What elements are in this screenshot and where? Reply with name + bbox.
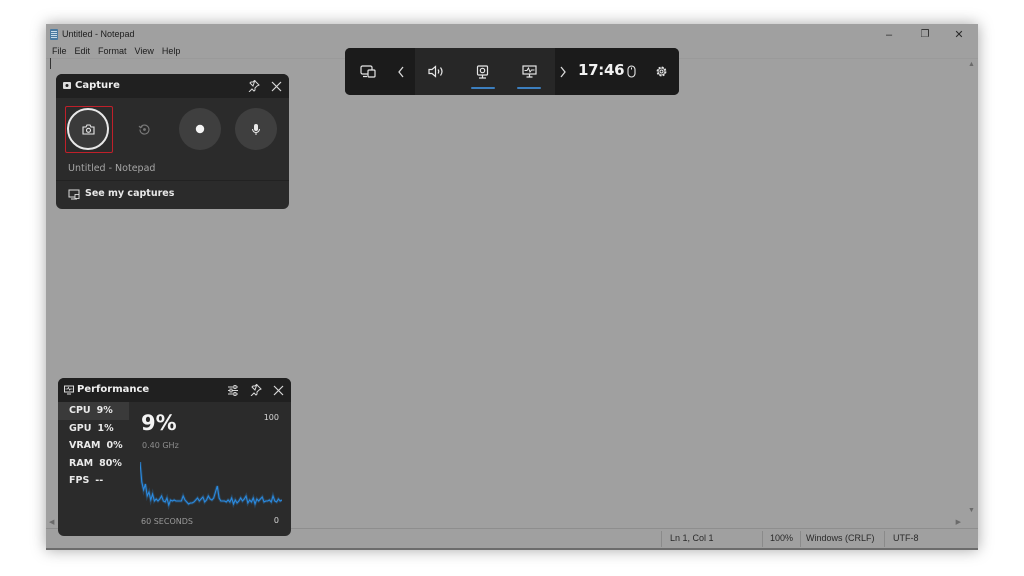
previous-button[interactable] — [393, 48, 409, 95]
menu-help[interactable]: Help — [162, 44, 186, 58]
pin-button[interactable] — [246, 78, 262, 94]
title-bar: Untitled - Notepad – ❐ ✕ — [46, 24, 978, 44]
restore-button[interactable]: ❐ — [908, 26, 942, 44]
cpu-usage-value: 9% — [141, 411, 177, 435]
metric-gpu[interactable]: GPU 1% — [58, 420, 129, 438]
performance-active-indicator — [517, 87, 541, 89]
axis-min-label: 0 — [273, 516, 279, 525]
microphone-icon — [252, 123, 260, 135]
minimize-button[interactable]: – — [872, 26, 906, 44]
metric-label: RAM — [69, 457, 94, 469]
next-button[interactable] — [555, 48, 571, 95]
metric-vram[interactable]: VRAM 0% — [58, 437, 129, 455]
monitor-chart-icon — [64, 385, 74, 395]
menu-file[interactable]: File — [52, 44, 72, 58]
monitor-chart-icon — [521, 65, 537, 78]
record-last-button[interactable] — [123, 108, 165, 150]
gear-icon — [656, 66, 666, 77]
notepad-icon — [50, 29, 58, 40]
status-divider — [800, 531, 801, 547]
see-captures-label: See my captures — [85, 188, 175, 199]
selection-highlight — [65, 106, 113, 153]
audio-button[interactable] — [425, 48, 447, 95]
clock: 17:46 — [578, 61, 625, 79]
status-divider — [661, 531, 662, 547]
metric-cpu[interactable]: CPU 9% — [58, 402, 129, 420]
menu-format[interactable]: Format — [98, 44, 132, 58]
line-ending: Windows (CRLF) — [806, 533, 875, 543]
metric-label: VRAM — [69, 440, 101, 451]
scroll-left-icon[interactable]: ◀ — [49, 518, 54, 526]
widget-menu-icon — [360, 65, 376, 78]
performance-header[interactable]: Performance — [58, 378, 291, 402]
menu-edit[interactable]: Edit — [75, 44, 96, 58]
performance-widget: Performance CPU 9% GPU 1% VRAM 0% RAM 80% FPS -- … — [58, 378, 291, 536]
cpu-usage-graph — [140, 461, 282, 510]
chevron-right-icon — [560, 66, 566, 77]
status-divider — [762, 531, 763, 547]
metric-value: -- — [95, 475, 104, 486]
cpu-frequency: 0.40 GHz — [142, 441, 179, 450]
capture-title: Capture — [75, 80, 120, 91]
vertical-scrollbar[interactable]: ▲ ▼ — [964, 58, 978, 516]
record-dot-icon — [195, 124, 205, 134]
metric-value: 1% — [97, 422, 114, 434]
record-last-icon — [138, 124, 150, 135]
scroll-right-icon[interactable]: ▶ — [956, 518, 961, 526]
close-icon — [273, 385, 283, 395]
axis-max-label: 100 — [263, 413, 279, 422]
window-title: Untitled - Notepad — [62, 29, 135, 39]
scroll-up-icon[interactable]: ▲ — [968, 61, 975, 68]
game-bar: 17:46 — [345, 48, 679, 95]
close-icon — [271, 81, 281, 91]
sliders-icon — [228, 384, 238, 396]
mouse-button[interactable] — [623, 48, 639, 95]
mouse-icon — [626, 65, 636, 78]
speaker-icon — [427, 65, 443, 78]
widget-menu-button[interactable] — [355, 48, 381, 95]
pin-icon — [248, 80, 260, 92]
webcam-icon — [63, 82, 71, 89]
metric-label: FPS — [69, 475, 90, 486]
close-widget-button[interactable] — [268, 78, 284, 94]
metric-ram[interactable]: RAM 80% — [58, 455, 129, 473]
close-widget-button[interactable] — [270, 382, 286, 398]
pin-icon — [250, 384, 262, 396]
capture-active-indicator — [471, 87, 495, 89]
webcam-icon — [476, 64, 488, 79]
capture-header[interactable]: Capture — [56, 74, 289, 98]
see-captures-link[interactable]: See my captures — [56, 181, 289, 209]
zoom-level: 100% — [770, 533, 794, 543]
scroll-down-icon[interactable]: ▼ — [968, 507, 975, 514]
metric-list: CPU 9% GPU 1% VRAM 0% RAM 80% FPS -- — [58, 402, 129, 490]
start-recording-button[interactable] — [179, 108, 221, 150]
metric-value: 9% — [96, 405, 113, 416]
metric-label: GPU — [69, 422, 92, 434]
close-button[interactable]: ✕ — [942, 26, 976, 44]
metric-value: 0% — [106, 440, 123, 451]
gallery-icon — [68, 189, 80, 200]
performance-options-button[interactable] — [225, 382, 241, 398]
status-divider — [884, 531, 885, 547]
cursor-position: Ln 1, Col 1 — [670, 533, 714, 543]
metric-value: 80% — [99, 457, 122, 469]
performance-title: Performance — [77, 384, 150, 395]
capture-target: Untitled - Notepad — [68, 163, 156, 174]
axis-x-label: 60 SECONDS — [141, 517, 193, 526]
microphone-button[interactable] — [235, 108, 277, 150]
chevron-left-icon — [398, 66, 404, 77]
settings-button[interactable] — [651, 48, 671, 95]
capture-widget: Capture Untitled - Notepad See my captur… — [56, 74, 289, 209]
pin-button[interactable] — [248, 382, 264, 398]
menu-view[interactable]: View — [135, 44, 159, 58]
metric-fps[interactable]: FPS -- — [58, 472, 129, 490]
text-cursor — [50, 58, 51, 69]
encoding: UTF-8 — [893, 533, 919, 543]
metric-label: CPU — [69, 405, 91, 416]
menu-bar: File Edit Format View Help — [52, 44, 188, 58]
